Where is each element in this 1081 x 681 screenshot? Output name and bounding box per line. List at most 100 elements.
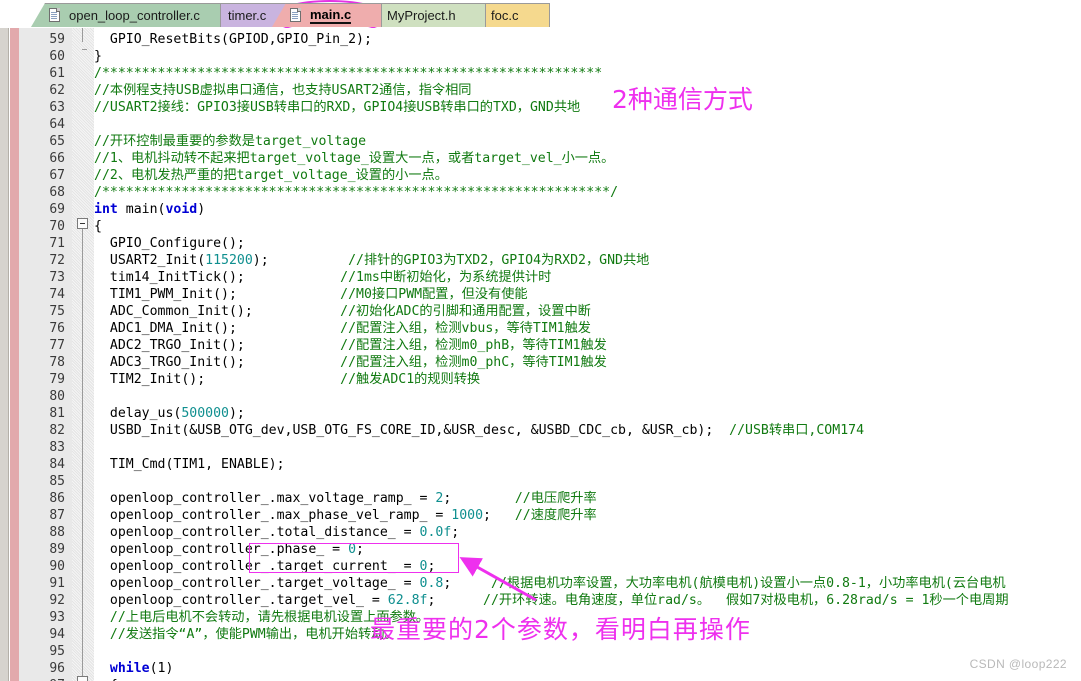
code-line[interactable]: openloop_controller_.target_vel_ = 62.8f… bbox=[94, 592, 1009, 609]
tab-label: main.c bbox=[310, 6, 352, 24]
code-folding-margin[interactable] bbox=[72, 28, 94, 681]
code-token: //1、电机抖动转不起来把target_voltage_设置大一点，或者targ… bbox=[94, 151, 615, 166]
fold-guide-main bbox=[82, 229, 83, 676]
code-line[interactable]: } bbox=[94, 48, 102, 65]
code-token: 0.8 bbox=[419, 576, 444, 591]
code-token: ; bbox=[451, 525, 460, 540]
code-token: //配置注入组，检测vbus，等待TIM1触发 bbox=[340, 321, 591, 336]
tab-open-loop-controller-c[interactable]: open_loop_controller.c bbox=[31, 3, 221, 27]
modified-lines-band bbox=[10, 28, 19, 681]
code-token: //开环转速。电角速度，单位rad/s。 假如7对极电机，6.28rad/s =… bbox=[483, 593, 1009, 608]
line-number: 66 bbox=[49, 151, 65, 166]
code-token: ; bbox=[427, 593, 484, 608]
code-line[interactable]: /***************************************… bbox=[94, 184, 618, 201]
tab-label: MyProject.h bbox=[387, 8, 456, 23]
code-token: ; bbox=[356, 542, 364, 557]
code-line[interactable]: openloop_controller_.target_voltage_ = 0… bbox=[94, 575, 1006, 592]
code-line[interactable]: ADC3_TRGO_Init(); //配置注入组，检测m0_phC，等待TIM… bbox=[94, 354, 607, 371]
line-number: 89 bbox=[49, 542, 65, 557]
code-line[interactable]: TIM1_PWM_Init(); //M0接口PWM配置，但没有使能 bbox=[94, 286, 528, 303]
line-number: 79 bbox=[49, 372, 65, 387]
file-icon bbox=[49, 7, 62, 24]
code-line[interactable]: delay_us(500000); bbox=[94, 405, 245, 422]
code-line[interactable]: openloop_controller_.max_voltage_ramp_ =… bbox=[94, 490, 597, 507]
line-number: 92 bbox=[49, 593, 65, 608]
code-line[interactable]: //发送指令“A”，使能PWM输出，电机开始转动。 bbox=[94, 626, 398, 643]
code-line[interactable]: TIM_Cmd(TIM1, ENABLE); bbox=[94, 456, 285, 473]
code-line[interactable]: tim14_InitTick(); //1ms中断初始化，为系统提供计时 bbox=[94, 269, 551, 286]
line-number: 63 bbox=[49, 100, 65, 115]
code-token: ADC3_TRGO_Init(); bbox=[94, 355, 341, 370]
editor-window: open_loop_controller.c timer.c main.c MyPro… bbox=[0, 0, 1081, 681]
code-token: //USB转串口,COM174 bbox=[729, 423, 865, 438]
code-token: //速度爬升率 bbox=[514, 508, 597, 523]
line-number: 64 bbox=[49, 117, 65, 132]
code-token: //M0接口PWM配置，但没有使能 bbox=[340, 287, 528, 302]
code-line[interactable]: { bbox=[94, 677, 118, 681]
code-token: //根据电机功率设置，大功率电机(航模电机)设置小一点0.8-1，小功率电机(云… bbox=[491, 576, 1006, 591]
line-number: 87 bbox=[49, 508, 65, 523]
left-marker-strip[interactable] bbox=[0, 28, 9, 681]
code-line[interactable]: ADC1_DMA_Init(); //配置注入组，检测vbus，等待TIM1触发 bbox=[94, 320, 591, 337]
code-token: openloop_controller_.target_voltage_ = bbox=[94, 576, 420, 591]
code-line[interactable]: //USART2接线：GPIO3接USB转串口的RXD，GPIO4接USB转串口… bbox=[94, 99, 580, 116]
code-token: //开环控制最重要的参数是target_voltage bbox=[94, 134, 367, 149]
code-token: openloop_controller_.target_current_ = bbox=[94, 559, 420, 574]
code-line[interactable]: //2、电机发热严重的把target_voltage_设置的小一点。 bbox=[94, 167, 448, 184]
code-token: ); bbox=[228, 406, 245, 421]
code-line[interactable]: openloop_controller_.target_current_ = 0… bbox=[94, 558, 436, 575]
code-token: TIM_Cmd(TIM1, ENABLE); bbox=[94, 457, 285, 472]
file-icon bbox=[290, 7, 303, 24]
fold-toggle-while[interactable] bbox=[77, 676, 88, 681]
line-number: 88 bbox=[49, 525, 65, 540]
code-token: //排针的GPIO3为TXD2，GPIO4为RXD2，GND共地 bbox=[348, 253, 650, 268]
code-token: /***************************************… bbox=[94, 66, 603, 81]
code-token: //本例程支持USB虚拟串口通信，也支持USART2通信，指令相同 bbox=[94, 83, 472, 98]
code-line[interactable]: while(1) bbox=[94, 660, 174, 677]
code-line[interactable]: //开环控制最重要的参数是target_voltage bbox=[94, 133, 366, 150]
code-line[interactable]: //本例程支持USB虚拟串口通信，也支持USART2通信，指令相同 bbox=[94, 82, 471, 99]
code-token: ADC1_DMA_Init(); bbox=[94, 321, 341, 336]
code-token: ; bbox=[483, 508, 515, 523]
code-token: ADC_Common_Init(); bbox=[94, 304, 341, 319]
line-number: 77 bbox=[49, 338, 65, 353]
code-line[interactable]: ADC2_TRGO_Init(); //配置注入组，检测m0_phB，等待TIM… bbox=[94, 337, 607, 354]
code-token: //USART2接线：GPIO3接USB转串口的RXD，GPIO4接USB转串口… bbox=[94, 100, 581, 115]
code-token: ; bbox=[443, 491, 515, 506]
code-token: //配置注入组，检测m0_phC，等待TIM1触发 bbox=[340, 355, 607, 370]
code-token: USART2_Init( bbox=[94, 253, 206, 268]
code-token: //2、电机发热严重的把target_voltage_设置的小一点。 bbox=[94, 168, 448, 183]
code-token: //1ms中断初始化，为系统提供计时 bbox=[340, 270, 552, 285]
line-number: 91 bbox=[49, 576, 65, 591]
code-line[interactable]: //1、电机抖动转不起来把target_voltage_设置大一点，或者targ… bbox=[94, 150, 614, 167]
code-line[interactable]: /***************************************… bbox=[94, 65, 602, 82]
code-line[interactable]: GPIO_Configure(); bbox=[94, 235, 245, 252]
line-number: 96 bbox=[49, 661, 65, 676]
line-number: 86 bbox=[49, 491, 65, 506]
code-line[interactable]: int main(void) bbox=[94, 201, 205, 218]
code-line[interactable]: USBD_Init(&USB_OTG_dev,USB_OTG_FS_CORE_I… bbox=[94, 422, 864, 439]
code-line[interactable]: openloop_controller_.total_distance_ = 0… bbox=[94, 524, 459, 541]
code-line[interactable]: { bbox=[94, 218, 102, 235]
code-token: (1) bbox=[149, 661, 174, 676]
line-number: 71 bbox=[49, 236, 65, 251]
code-token: //配置注入组，检测m0_phB，等待TIM1触发 bbox=[340, 338, 607, 353]
line-number: 75 bbox=[49, 304, 65, 319]
code-token: 0.0f bbox=[419, 525, 452, 540]
code-line[interactable]: USART2_Init(115200); //排针的GPIO3为TXD2，GPI… bbox=[94, 252, 650, 269]
code-token: { bbox=[94, 219, 102, 234]
fold-toggle-main[interactable] bbox=[77, 218, 88, 229]
code-token: TIM2_Init(); bbox=[94, 372, 341, 387]
code-line[interactable]: TIM2_Init(); //触发ADC1的规则转换 bbox=[94, 371, 480, 388]
line-number: 62 bbox=[49, 83, 65, 98]
code-line[interactable]: openloop_controller_.phase_ = 0; bbox=[94, 541, 364, 558]
line-number-gutter: 59 60 61 62 63 64 65 66 67 68 69 70 71 72 73 74 75 76 77 78… bbox=[19, 28, 72, 681]
code-text-area[interactable]: GPIO_ResetBits(GPIOD,GPIO_Pin_2);} /*****… bbox=[94, 28, 1081, 681]
code-token: ) bbox=[197, 202, 206, 217]
annotation-important-params: 最重要的2个参数，看明白再操作 bbox=[370, 615, 751, 644]
code-line[interactable]: openloop_controller_.max_phase_vel_ramp_… bbox=[94, 507, 597, 524]
tab-main-c[interactable]: main.c bbox=[272, 3, 382, 27]
code-token: openloop_controller_.max_voltage_ramp_ = bbox=[94, 491, 436, 506]
code-line[interactable]: GPIO_ResetBits(GPIOD,GPIO_Pin_2); bbox=[94, 31, 372, 48]
code-line[interactable]: ADC_Common_Init(); //初始化ADC的引脚和通用配置，设置中断 bbox=[94, 303, 591, 320]
